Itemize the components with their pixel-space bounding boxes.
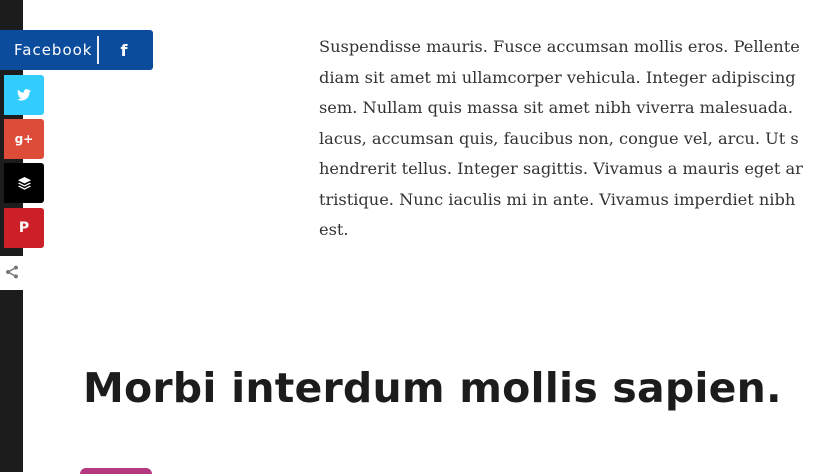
buffer-icon — [4, 163, 44, 203]
google-plus-share-button[interactable]: g+ — [0, 119, 44, 159]
bottom-accent-shape — [80, 468, 152, 474]
article-paragraph: Suspendisse mauris. Fusce accumsan molli… — [319, 37, 803, 239]
twitter-share-button[interactable] — [0, 75, 44, 115]
facebook-share-button[interactable]: Facebook f — [0, 30, 153, 70]
facebook-icon: f — [120, 40, 128, 60]
section-heading: Morbi interdum mollis sapien. — [83, 364, 782, 412]
buffer-share-button[interactable] — [0, 163, 44, 203]
pinterest-icon: P — [4, 208, 44, 248]
twitter-icon — [4, 75, 44, 115]
facebook-divider — [97, 36, 99, 64]
facebook-share-label: Facebook — [14, 41, 93, 59]
share-more-button[interactable] — [0, 256, 23, 290]
google-plus-icon: g+ — [4, 119, 44, 159]
share-icon — [5, 264, 19, 283]
pinterest-share-button[interactable]: P — [0, 208, 44, 248]
